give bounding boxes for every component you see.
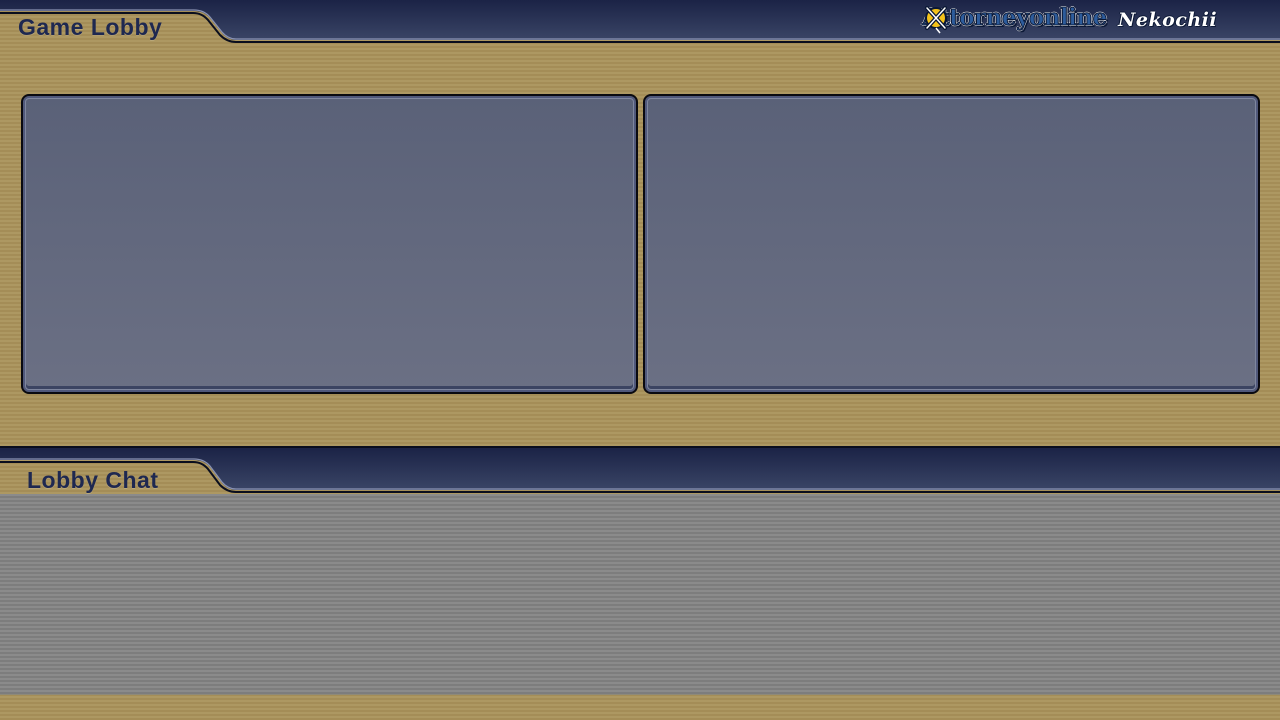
chat-header-bar-shape — [0, 446, 1280, 493]
logo-text-script: Nekochii — [1118, 9, 1218, 31]
lobby-chat-log[interactable] — [0, 494, 1280, 695]
app-logo: Attorneyonline Nekochii — [922, 2, 1217, 40]
server-list-panel[interactable] — [21, 94, 638, 394]
gavel-cross-emblem-icon — [925, 6, 947, 34]
lobby-title: Game Lobby — [18, 14, 163, 40]
lobby-header: Game Lobby Attorneyonline Nekochii — [0, 0, 1280, 44]
server-info-panel[interactable] — [643, 94, 1260, 394]
chat-header: Lobby Chat — [0, 446, 1280, 494]
chat-title: Lobby Chat — [27, 467, 159, 493]
